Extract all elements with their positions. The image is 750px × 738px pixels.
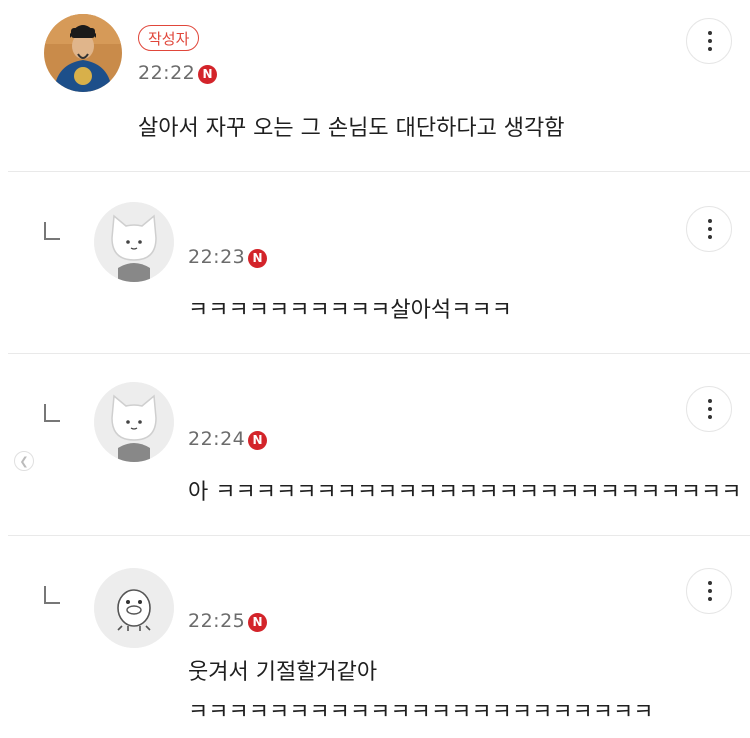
- chevron-left-icon[interactable]: ❮: [14, 451, 34, 471]
- commenter-avatar[interactable]: [94, 202, 174, 282]
- new-badge: N: [248, 431, 267, 450]
- comment-text: 아 ㅋㅋㅋㅋㅋㅋㅋㅋㅋㅋㅋㅋㅋㅋㅋㅋㅋㅋㅋㅋㅋㅋㅋㅋㅋㅋ: [188, 480, 742, 505]
- reply-comment-item: 22:24 N 아 ㅋㅋㅋㅋㅋㅋㅋㅋㅋㅋㅋㅋㅋㅋㅋㅋㅋㅋㅋㅋㅋㅋㅋㅋㅋㅋ: [0, 354, 750, 535]
- comment-item: 작성자 22:22 N 살아서 자꾸 오는 그 손님도 대단하다고 생각함: [0, 0, 750, 172]
- author-badge: 작성자: [138, 25, 200, 51]
- author-avatar[interactable]: [44, 14, 122, 92]
- more-options-button[interactable]: [686, 206, 732, 252]
- more-vertical-icon: [708, 219, 712, 223]
- reply-indent-icon: [44, 586, 60, 604]
- more-vertical-icon-dot: [708, 227, 712, 231]
- more-vertical-icon-dot: [708, 47, 712, 51]
- reply-indent-icon: [44, 404, 60, 422]
- new-badge: N: [248, 249, 267, 268]
- more-options-button[interactable]: [686, 386, 732, 432]
- more-vertical-icon-dot: [708, 589, 712, 593]
- more-vertical-icon: [708, 399, 712, 403]
- reply-comment-item: 22:25 N 웃겨서 기절할거같아 ㅋㅋㅋㅋㅋㅋㅋㅋㅋㅋㅋㅋㅋㅋㅋㅋㅋㅋㅋㅋㅋ…: [0, 536, 750, 738]
- commenter-avatar[interactable]: [94, 382, 174, 462]
- more-options-button[interactable]: [686, 568, 732, 614]
- new-badge: N: [198, 65, 217, 84]
- comment-text-line-2: ㅋㅋㅋㅋㅋㅋㅋㅋㅋㅋㅋㅋㅋㅋㅋㅋㅋㅋㅋㅋㅋㅋㅋ: [188, 700, 654, 725]
- comment-time: 22:22: [138, 62, 196, 84]
- comment-text-line-1: 웃겨서 기절할거같아: [188, 660, 378, 685]
- more-vertical-icon-dot: [708, 407, 712, 411]
- commenter-avatar[interactable]: [94, 568, 174, 648]
- more-options-button[interactable]: [686, 18, 732, 64]
- more-vertical-icon: [708, 31, 712, 35]
- comment-time: 22:24: [188, 428, 246, 450]
- new-badge: N: [248, 613, 267, 632]
- comment-text: ㅋㅋㅋㅋㅋㅋㅋㅋㅋㅋ살아석ㅋㅋㅋ: [188, 298, 512, 323]
- more-vertical-icon-dot: [708, 39, 712, 43]
- more-vertical-icon: [708, 581, 712, 585]
- comment-time: 22:23: [188, 246, 246, 268]
- reply-indent-icon: [44, 222, 60, 240]
- comment-time: 22:25: [188, 610, 246, 632]
- more-vertical-icon-dot: [708, 597, 712, 601]
- comment-text: 살아서 자꾸 오는 그 손님도 대단하다고 생각함: [138, 116, 565, 141]
- more-vertical-icon-dot: [708, 235, 712, 239]
- more-vertical-icon-dot: [708, 415, 712, 419]
- reply-comment-item: 22:23 N ㅋㅋㅋㅋㅋㅋㅋㅋㅋㅋ살아석ㅋㅋㅋ: [0, 172, 750, 353]
